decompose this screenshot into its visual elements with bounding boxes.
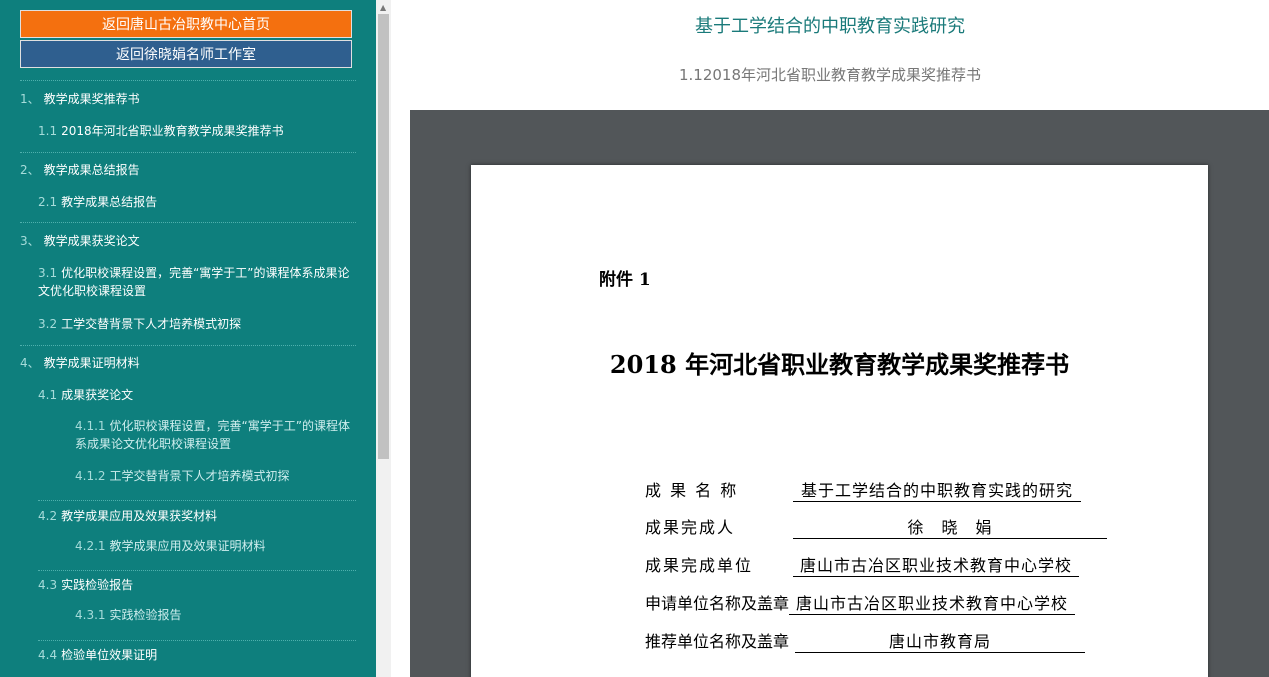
nav-number: 4.4 bbox=[38, 648, 58, 662]
divider bbox=[38, 640, 356, 641]
studio-button[interactable]: 返回徐晓娟名师工作室 bbox=[20, 40, 352, 68]
field-value: 徐 晓 娟 bbox=[793, 514, 1107, 539]
attachment-label: 附件 1 bbox=[599, 270, 651, 290]
nav-item-4-2[interactable]: 4.2 教学成果应用及效果获奖材料 bbox=[38, 507, 217, 525]
field-row: 成果完成单位 唐山市古冶区职业技术教育中心学校 bbox=[645, 552, 1079, 577]
nav-item-2-1[interactable]: 2.1 教学成果总结报告 bbox=[38, 193, 157, 211]
nav-item-4-2-1[interactable]: 4.2.1 教学成果应用及效果证明材料 bbox=[75, 537, 355, 555]
nav-item-1[interactable]: 1、 教学成果奖推荐书 bbox=[20, 90, 140, 108]
nav-label: 优化职校课程设置，完善“寓学于工”的课程体系成果论文优化职校课程设置 bbox=[75, 419, 350, 451]
nav-number: 3.2 bbox=[38, 317, 58, 331]
nav-label: 实践检验报告 bbox=[61, 578, 134, 592]
divider bbox=[20, 222, 356, 223]
nav-number: 2.1 bbox=[38, 195, 58, 209]
divider bbox=[20, 345, 356, 346]
nav-number: 4.2 bbox=[38, 509, 58, 523]
divider bbox=[20, 152, 356, 153]
divider bbox=[38, 500, 356, 501]
page-title: 基于工学结合的中职教育实践研究 bbox=[695, 16, 965, 37]
nav-label: 2018年河北省职业教育教学成果奖推荐书 bbox=[61, 124, 284, 138]
nav-label: 实践检验报告 bbox=[109, 608, 182, 622]
field-value: 唐山市古冶区职业技术教育中心学校 bbox=[793, 552, 1079, 577]
nav-label: 优化职校课程设置，完善“寓学于工”的课程体系成果论文优化职校课程设置 bbox=[38, 266, 350, 298]
nav-item-4-3-1[interactable]: 4.3.1 实践检验报告 bbox=[75, 606, 355, 624]
nav-item-4[interactable]: 4、 教学成果证明材料 bbox=[20, 354, 140, 372]
nav-number: 3.1 bbox=[38, 266, 58, 280]
nav-label: 教学成果获奖论文 bbox=[43, 234, 140, 248]
nav-item-4-1-1[interactable]: 4.1.1 优化职校课程设置，完善“寓学于工”的课程体系成果论文优化职校课程设置 bbox=[75, 417, 355, 453]
pdf-viewer[interactable]: 附件 1 2018 年河北省职业教育教学成果奖推荐书 成 果 名 称 基于工学结合… bbox=[410, 110, 1269, 677]
nav-number: 1、 bbox=[20, 92, 40, 106]
document-title: 2018 年河北省职业教育教学成果奖推荐书 bbox=[609, 350, 1070, 379]
divider bbox=[20, 80, 356, 81]
divider bbox=[38, 570, 356, 571]
field-row: 成 果 名 称 基于工学结合的中职教育实践的研究 bbox=[645, 477, 1081, 502]
nav-number: 4.2.1 bbox=[75, 539, 106, 553]
sidebar: 返回唐山古冶职教中心首页 返回徐晓娟名师工作室 1、 教学成果奖推荐书 1.1 20… bbox=[0, 0, 376, 677]
nav-number: 4.1.2 bbox=[75, 469, 106, 483]
nav-label: 成果获奖论文 bbox=[61, 388, 134, 402]
nav-item-4-1[interactable]: 4.1 成果获奖论文 bbox=[38, 386, 133, 404]
field-label: 成果完成人 bbox=[645, 518, 736, 537]
scrollbar-thumb[interactable] bbox=[378, 14, 389, 459]
nav-number: 2、 bbox=[20, 163, 40, 177]
nav-label: 教学成果奖推荐书 bbox=[43, 92, 140, 106]
nav-number: 4.3.1 bbox=[75, 608, 106, 622]
nav-number: 4.3 bbox=[38, 578, 58, 592]
chevron-up-icon[interactable]: ▲ bbox=[380, 3, 386, 12]
nav-label: 检验单位效果证明 bbox=[61, 648, 158, 662]
nav-label: 教学成果证明材料 bbox=[43, 356, 140, 370]
nav-item-3-2[interactable]: 3.2 工学交替背景下人才培养模式初探 bbox=[38, 315, 241, 333]
field-row: 成果完成人 徐 晓 娟 bbox=[645, 514, 1107, 539]
nav-number: 4、 bbox=[20, 356, 40, 370]
nav-label: 教学成果应用及效果获奖材料 bbox=[61, 509, 218, 523]
nav-item-4-4[interactable]: 4.4 检验单位效果证明 bbox=[38, 646, 157, 664]
nav-item-4-1-2[interactable]: 4.1.2 工学交替背景下人才培养模式初探 bbox=[75, 467, 355, 485]
home-button[interactable]: 返回唐山古冶职教中心首页 bbox=[20, 10, 352, 38]
nav-label: 教学成果应用及效果证明材料 bbox=[109, 539, 266, 553]
field-value: 唐山市古冶区职业技术教育中心学校 bbox=[789, 590, 1076, 615]
field-label: 推荐单位名称及盖章 bbox=[645, 632, 790, 651]
field-row: 申请单位名称及盖章 唐山市古冶区职业技术教育中心学校 bbox=[645, 590, 1076, 615]
nav-item-3-1[interactable]: 3.1 优化职校课程设置，完善“寓学于工”的课程体系成果论文优化职校课程设置 bbox=[38, 264, 360, 300]
sidebar-scrollbar[interactable]: ▲ bbox=[376, 0, 391, 677]
document-page: 附件 1 2018 年河北省职业教育教学成果奖推荐书 成 果 名 称 基于工学结合… bbox=[471, 165, 1208, 677]
field-label: 申请单位名称及盖章 bbox=[645, 594, 790, 613]
nav-item-3[interactable]: 3、 教学成果获奖论文 bbox=[20, 232, 140, 250]
nav-number: 4.1 bbox=[38, 388, 58, 402]
page-subtitle: 1.12018年河北省职业教育教学成果奖推荐书 bbox=[678, 66, 982, 84]
field-value: 唐山市教育局 bbox=[795, 628, 1086, 653]
nav-item-4-3[interactable]: 4.3 实践检验报告 bbox=[38, 576, 133, 594]
nav-label: 工学交替背景下人才培养模式初探 bbox=[109, 469, 290, 483]
field-row: 推荐单位名称及盖章 唐山市教育局 bbox=[645, 628, 1086, 653]
nav-item-1-1[interactable]: 1.1 2018年河北省职业教育教学成果奖推荐书 bbox=[38, 122, 284, 140]
nav-number: 1.1 bbox=[38, 124, 58, 138]
nav-label: 工学交替背景下人才培养模式初探 bbox=[61, 317, 242, 331]
nav-item-2[interactable]: 2、 教学成果总结报告 bbox=[20, 161, 140, 179]
main-content: 基于工学结合的中职教育实践研究 1.12018年河北省职业教育教学成果奖推荐书 … bbox=[391, 0, 1269, 677]
field-label: 成果完成单位 bbox=[645, 556, 754, 575]
field-label: 成 果 名 称 bbox=[645, 481, 739, 500]
nav-label: 教学成果总结报告 bbox=[61, 195, 158, 209]
nav-label: 教学成果总结报告 bbox=[43, 163, 140, 177]
nav-number: 4.1.1 bbox=[75, 419, 106, 433]
nav-number: 3、 bbox=[20, 234, 40, 248]
field-value: 基于工学结合的中职教育实践的研究 bbox=[793, 477, 1081, 502]
